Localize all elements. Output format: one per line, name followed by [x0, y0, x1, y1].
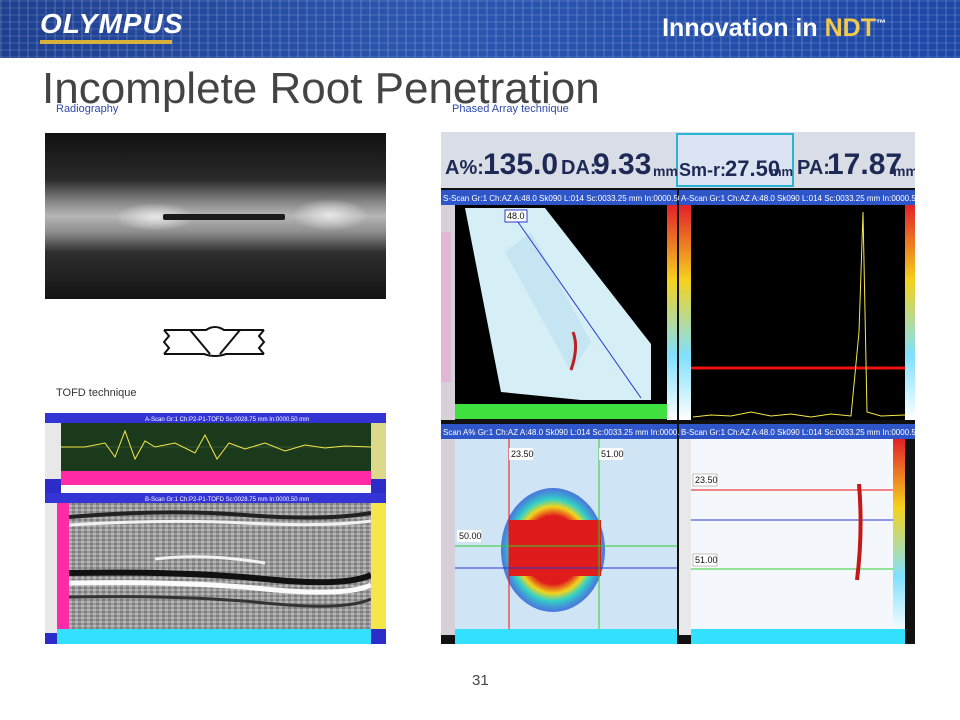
- cscan-right-marker: 51.00: [601, 449, 624, 459]
- readout-smr-unit: mm: [770, 164, 793, 179]
- readout-da-unit: mm: [653, 163, 678, 179]
- tofd-bscan-header: B-Scan Gr:1 Ch:P2-P1-TOFD Sc:0028.75 mm …: [145, 497, 309, 503]
- readout-pa-label: PA:: [797, 157, 830, 179]
- cscan-left-marker: 23.50: [511, 449, 534, 459]
- readout-da-label: DA:: [561, 157, 597, 179]
- bscan-top-marker: 23.50: [695, 475, 718, 485]
- phased-array-svg: A%: 135.0 DA: 9.33 mm Sm-r: 27.50 mm PA:…: [441, 132, 915, 644]
- weld-joint-diagram: [160, 322, 270, 362]
- logo-underline: [40, 40, 172, 44]
- sscan-angle-marker: 48.0: [507, 211, 525, 221]
- tofd-label: TOFD technique: [56, 387, 137, 399]
- cscan-header: Scan A% Gr:1 Ch:AZ A:48.0 Sk090 L:014 Sc…: [443, 428, 704, 437]
- sscan-header: S-Scan Gr:1 Ch:AZ A:48.0 Sk090 L:014 Sc:…: [443, 194, 698, 203]
- readout-smr-label: Sm-r:: [679, 160, 726, 180]
- ascan-header: A-Scan Gr:1 Ch:AZ A:48.0 Sk090 L:014 Sc:…: [681, 194, 915, 203]
- cscan-y-marker: 50.00: [459, 531, 482, 541]
- tagline-tm: ™: [876, 18, 886, 30]
- tagline: Innovation in NDT™: [662, 14, 886, 43]
- header-banner: OLYMPUS Innovation in NDT™: [0, 0, 960, 58]
- tofd-ascan-header: A-Scan Gr:1 Ch:P2-P1-TOFD Sc:0028.75 mm …: [145, 417, 309, 423]
- readout-a-label: A%:: [445, 157, 484, 179]
- tagline-ndt: NDT: [824, 14, 876, 42]
- radiograph-image: [45, 133, 386, 299]
- phased-array-label: Phased Array technique: [452, 103, 569, 115]
- olympus-logo: OLYMPUS: [40, 8, 184, 39]
- readout-a-value: 135.0: [483, 148, 558, 181]
- radiography-label: Radiography: [56, 103, 119, 115]
- radiograph-svg: [45, 133, 386, 299]
- bscan-bottom-marker: 51.00: [695, 555, 718, 565]
- tofd-svg: A-Scan Gr:1 Ch:P2-P1-TOFD Sc:0028.75 mm …: [45, 413, 386, 644]
- tagline-prefix: Innovation in: [662, 14, 825, 42]
- readout-pa-value: 17.87: [827, 148, 902, 181]
- weld-joint-svg: [162, 326, 266, 357]
- tofd-display: A-Scan Gr:1 Ch:P2-P1-TOFD Sc:0028.75 mm …: [45, 413, 386, 644]
- readout-da-value: 9.33: [593, 148, 651, 181]
- page-number: 31: [472, 672, 489, 689]
- bscan-header: B-Scan Gr:1 Ch:AZ A:48.0 Sk090 L:014 Sc:…: [681, 428, 915, 437]
- readout-pa-unit: mm: [893, 163, 915, 179]
- phased-array-display: A%: 135.0 DA: 9.33 mm Sm-r: 27.50 mm PA:…: [441, 132, 915, 644]
